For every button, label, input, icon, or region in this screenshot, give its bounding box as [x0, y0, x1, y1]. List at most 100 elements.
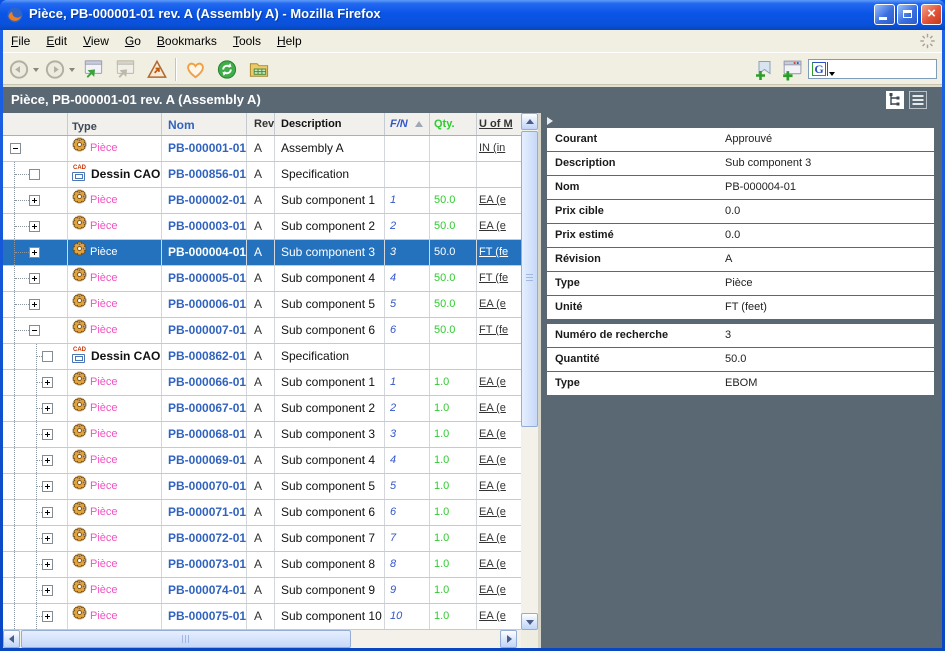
column-header-Type[interactable]: Type [68, 113, 162, 135]
uom-link[interactable]: EA (e [477, 292, 521, 317]
google-logo-icon[interactable]: G [812, 62, 826, 76]
table-row[interactable]: PiècePB-000002-01ASub component 1150.0EA… [3, 188, 521, 214]
part-number-link[interactable]: PB-000066-01 [162, 370, 247, 395]
expand-icon[interactable] [42, 533, 53, 544]
maximize-button[interactable] [897, 4, 918, 25]
menu-file[interactable]: File [3, 30, 38, 51]
expand-icon[interactable] [29, 273, 40, 284]
part-number-link[interactable]: PB-000007-01 [162, 318, 247, 343]
table-row[interactable]: CADDessin CAOPB-000862-01ASpecification [3, 344, 521, 370]
column-header-Description[interactable]: Description [275, 113, 385, 135]
back-dropdown-icon[interactable] [33, 68, 39, 72]
add-window-icon[interactable] [780, 58, 803, 81]
expand-icon[interactable] [42, 611, 53, 622]
table-row[interactable]: PiècePB-000073-01ASub component 881.0EA … [3, 552, 521, 578]
table-row[interactable]: PiècePB-000074-01ASub component 991.0EA … [3, 578, 521, 604]
column-header-Qty.[interactable]: Qty. [430, 113, 477, 135]
table-row[interactable]: PiècePB-000066-01ASub component 111.0EA … [3, 370, 521, 396]
uom-link[interactable]: FT (fe [477, 240, 521, 265]
expand-icon[interactable] [42, 377, 53, 388]
column-header-tree[interactable] [3, 113, 68, 135]
uom-link[interactable]: EA (e [477, 552, 521, 577]
menu-tools[interactable]: Tools [225, 30, 269, 51]
part-number-link[interactable]: PB-000075-01 [162, 604, 247, 629]
column-header-Nom[interactable]: Nom [162, 113, 247, 135]
expand-icon[interactable] [42, 507, 53, 518]
vertical-scroll-thumb[interactable] [521, 131, 538, 427]
table-row[interactable]: PiècePB-000075-01ASub component 10101.0E… [3, 604, 521, 630]
uom-link[interactable]: EA (e [477, 422, 521, 447]
part-number-link[interactable]: PB-000069-01 [162, 448, 247, 473]
uom-link[interactable]: EA (e [477, 370, 521, 395]
menu-view[interactable]: View [75, 30, 117, 51]
table-row[interactable]: PiècePB-000069-01ASub component 441.0EA … [3, 448, 521, 474]
folder-table-icon[interactable] [247, 58, 271, 81]
refresh-icon[interactable] [215, 58, 239, 81]
scroll-right-arrow[interactable] [500, 630, 517, 648]
uom-link[interactable]: EA (e [477, 604, 521, 629]
alert-triangle-icon[interactable] [145, 58, 169, 81]
table-row[interactable]: CADDessin CAOPB-000856-01ASpecification [3, 162, 521, 188]
minimize-button[interactable] [874, 4, 895, 25]
table-row[interactable]: PiècePB-000004-01ASub component 3350.0FT… [3, 240, 521, 266]
close-button[interactable]: × [921, 4, 942, 25]
expand-icon[interactable] [42, 559, 53, 570]
menu-edit[interactable]: Edit [38, 30, 75, 51]
column-header-F/N[interactable]: F/N [385, 113, 430, 135]
collapse-icon[interactable] [10, 143, 21, 154]
scroll-down-arrow[interactable] [521, 613, 538, 630]
google-search-input[interactable] [834, 61, 936, 78]
uom-link[interactable]: IN (in [477, 136, 521, 161]
horizontal-scroll-thumb[interactable] [21, 630, 351, 648]
column-header-Rev.[interactable]: Rev. [247, 113, 275, 135]
uom-link[interactable]: FT (fe [477, 318, 521, 343]
table-row[interactable]: PiècePB-000003-01ASub component 2250.0EA… [3, 214, 521, 240]
table-row[interactable]: PiècePB-000070-01ASub component 551.0EA … [3, 474, 521, 500]
scroll-left-arrow[interactable] [3, 630, 20, 648]
uom-link[interactable]: EA (e [477, 214, 521, 239]
expand-icon[interactable] [29, 221, 40, 232]
part-number-link[interactable]: PB-000003-01 [162, 214, 247, 239]
horizontal-scrollbar[interactable] [3, 630, 521, 648]
vertical-scrollbar[interactable] [521, 113, 538, 630]
column-header-U of M[interactable]: U of M [477, 113, 521, 135]
part-number-link[interactable]: PB-000856-01 [162, 162, 247, 187]
uom-link[interactable]: FT (fe [477, 266, 521, 291]
table-row[interactable]: PiècePB-000007-01ASub component 6650.0FT… [3, 318, 521, 344]
expand-icon[interactable] [29, 247, 40, 258]
panel-collapse-icon[interactable] [547, 117, 553, 125]
table-row[interactable]: PiècePB-000068-01ASub component 331.0EA … [3, 422, 521, 448]
menu-go[interactable]: Go [117, 30, 149, 51]
uom-link[interactable]: EA (e [477, 474, 521, 499]
hierarchy-view-icon[interactable] [886, 91, 904, 109]
open-window-icon[interactable] [81, 58, 105, 81]
add-bookmark-icon[interactable] [753, 58, 775, 81]
back-icon[interactable] [7, 58, 31, 81]
part-number-link[interactable]: PB-000004-01 [162, 240, 247, 265]
expand-icon[interactable] [42, 455, 53, 466]
table-row[interactable]: PiècePB-000001-01AAssembly AIN (in [3, 136, 521, 162]
open-window-disabled-icon[interactable] [113, 58, 137, 81]
expand-icon[interactable] [42, 585, 53, 596]
part-number-link[interactable]: PB-000073-01 [162, 552, 247, 577]
part-number-link[interactable]: PB-000068-01 [162, 422, 247, 447]
part-number-link[interactable]: PB-000005-01 [162, 266, 247, 291]
part-number-link[interactable]: PB-000862-01 [162, 344, 247, 369]
expand-icon[interactable] [42, 481, 53, 492]
part-number-link[interactable]: PB-000067-01 [162, 396, 247, 421]
uom-link[interactable]: EA (e [477, 396, 521, 421]
part-number-link[interactable]: PB-000072-01 [162, 526, 247, 551]
menu-help[interactable]: Help [269, 30, 310, 51]
uom-link[interactable]: EA (e [477, 578, 521, 603]
part-number-link[interactable]: PB-000074-01 [162, 578, 247, 603]
table-row[interactable]: PiècePB-000071-01ASub component 661.0EA … [3, 500, 521, 526]
uom-link[interactable]: EA (e [477, 500, 521, 525]
part-number-link[interactable]: PB-000070-01 [162, 474, 247, 499]
table-row[interactable]: PiècePB-000005-01ASub component 4450.0FT… [3, 266, 521, 292]
table-row[interactable]: PiècePB-000067-01ASub component 221.0EA … [3, 396, 521, 422]
uom-link[interactable]: EA (e [477, 188, 521, 213]
uom-link[interactable]: EA (e [477, 526, 521, 551]
expand-icon[interactable] [29, 299, 40, 310]
menu-bookmarks[interactable]: Bookmarks [149, 30, 225, 51]
forward-icon[interactable] [43, 58, 67, 81]
